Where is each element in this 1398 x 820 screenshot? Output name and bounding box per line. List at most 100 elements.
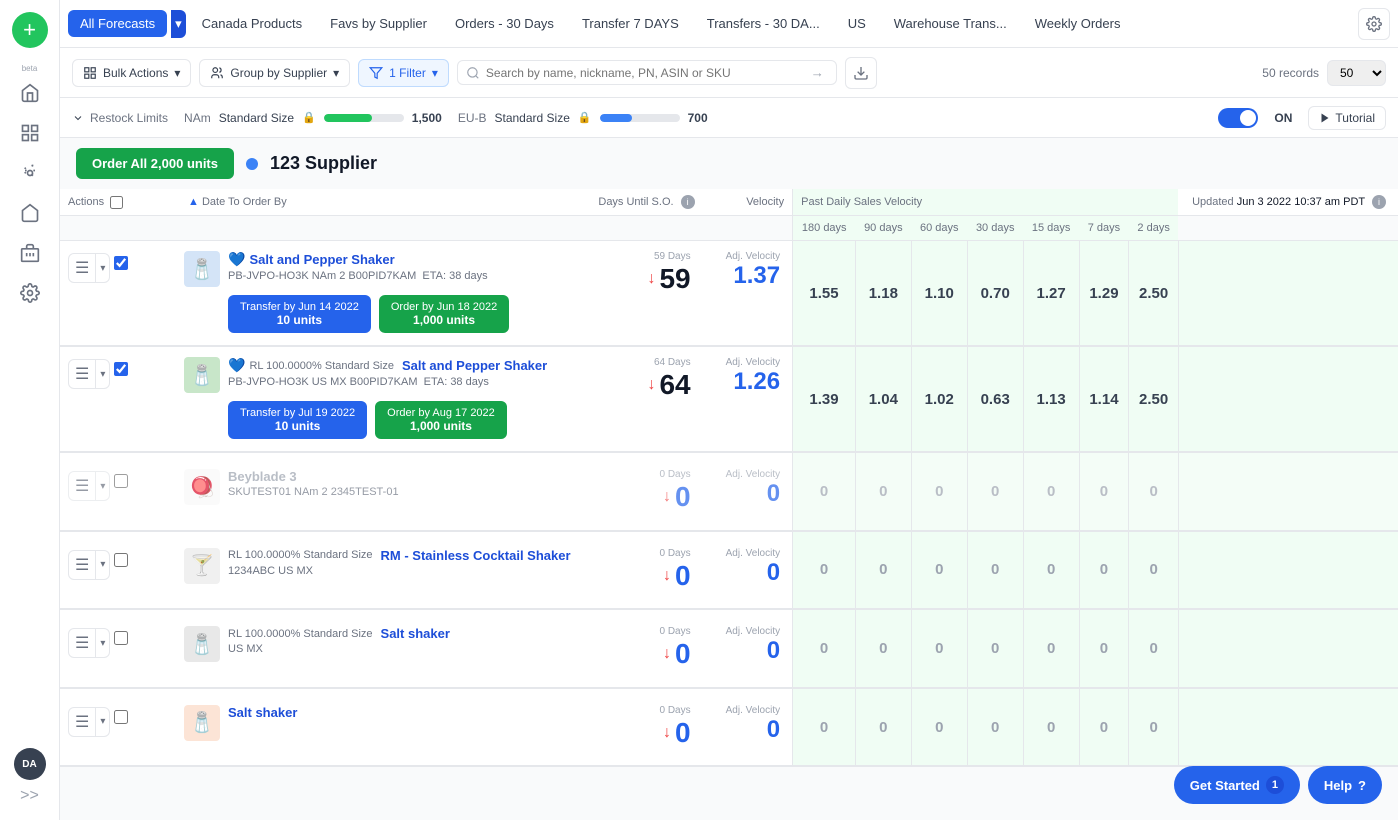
- sidebar-item-dashboard[interactable]: [12, 115, 48, 151]
- tab-warehouse-trans[interactable]: Warehouse Trans...: [882, 10, 1019, 37]
- past-vel-6-0: 0: [793, 688, 856, 767]
- product-image-2: 🧂: [184, 357, 220, 393]
- row-checkbox-5[interactable]: [114, 631, 128, 645]
- past-vel-5-2: 0: [911, 609, 967, 688]
- row-checkbox-2[interactable]: [114, 362, 128, 376]
- tab-all-forecasts-dropdown[interactable]: ▾: [171, 10, 186, 38]
- restock-eub-progress: [600, 114, 680, 122]
- product-image-5: 🧂: [184, 626, 220, 662]
- tutorial-button[interactable]: Tutorial: [1308, 106, 1386, 130]
- toolbar: Bulk Actions ▾ Group by Supplier ▾ 1 Fil…: [60, 48, 1398, 98]
- action-dropdown-4[interactable]: ☰ ▾: [68, 550, 110, 580]
- arrow-down-icon: ↓: [647, 375, 655, 394]
- avatar[interactable]: DA: [14, 748, 46, 780]
- restock-toggle[interactable]: Restock Limits: [72, 111, 168, 125]
- sidebar-item-magic[interactable]: [12, 155, 48, 191]
- action-dropdown-5[interactable]: ☰ ▾: [68, 628, 110, 658]
- table-row: ☰ ▾ 🧂 Salt shaker: [60, 688, 1398, 767]
- action-dropdown-1[interactable]: ☰ ▾: [68, 253, 110, 283]
- search-icon: [466, 66, 480, 80]
- restock-eub-value: 700: [688, 111, 708, 125]
- tab-transfers-30-da[interactable]: Transfers - 30 DA...: [695, 10, 832, 37]
- product-name-link-5[interactable]: Salt shaker: [381, 626, 450, 641]
- past-vel-2-6: 2.50: [1129, 346, 1179, 452]
- tab-canada-products[interactable]: Canada Products: [190, 10, 314, 37]
- chevron-down-icon: [72, 112, 84, 124]
- filter-button[interactable]: 1 Filter ▾: [358, 59, 449, 87]
- product-name-link-1[interactable]: Salt and Pepper Shaker: [249, 252, 394, 267]
- tab-transfer-7-days[interactable]: Transfer 7 DAYS: [570, 10, 691, 37]
- expand-button[interactable]: >>: [18, 784, 42, 808]
- row-checkbox-6[interactable]: [114, 710, 128, 724]
- velocity-cell-6: Adj. Velocity 0: [703, 688, 793, 767]
- sub-header-empty: [60, 216, 793, 241]
- arrow-down-icon: ↓: [663, 566, 671, 585]
- days-info-icon[interactable]: i: [681, 195, 695, 209]
- days-cell-1: 59 Days ↓ 59: [590, 241, 702, 347]
- product-name-row-6: Salt shaker: [228, 705, 582, 720]
- sidebar-item-home[interactable]: [12, 75, 48, 111]
- past-vel-3-0: 0: [793, 452, 856, 531]
- group-by-caret: ▾: [333, 66, 339, 80]
- extra-cell-6: [1178, 688, 1398, 767]
- tab-weekly-orders[interactable]: Weekly Orders: [1023, 10, 1133, 37]
- table-row: ☰ ▾ 🧂 RL 100.0000% Standard SizeSalt sha…: [60, 609, 1398, 688]
- product-name-link-4[interactable]: RM - Stainless Cocktail Shaker: [381, 548, 571, 563]
- row-checkbox-3[interactable]: [114, 474, 128, 488]
- transfer-button-1[interactable]: Transfer by Jun 14 2022 10 units: [228, 295, 371, 333]
- past-vel-1-0: 1.55: [793, 241, 856, 347]
- tab-favs-by-supplier[interactable]: Favs by Supplier: [318, 10, 439, 37]
- product-name-link-3[interactable]: Beyblade 3: [228, 469, 297, 484]
- group-by-supplier-button[interactable]: Group by Supplier ▾: [199, 59, 350, 87]
- order-button-1[interactable]: Order by Jun 18 2022 1,000 units: [379, 295, 509, 333]
- th-days-until-so: Days Until S.O. i: [590, 189, 702, 216]
- row-checkbox-4[interactable]: [114, 553, 128, 567]
- select-all-checkbox[interactable]: [110, 196, 123, 209]
- product-name-link-2[interactable]: Salt and Pepper Shaker: [402, 358, 547, 373]
- sort-arrow-up: ▲: [188, 196, 199, 208]
- sidebar-item-warehouse[interactable]: [12, 195, 48, 231]
- action-dropdown-2[interactable]: ☰ ▾: [68, 359, 110, 389]
- heart-icon: 💙: [228, 357, 245, 374]
- bulk-actions-button[interactable]: Bulk Actions ▾: [72, 59, 191, 87]
- th-date-to-order[interactable]: ▲ Date To Order By: [180, 189, 590, 216]
- action-dropdown-3[interactable]: ☰ ▾: [68, 471, 110, 501]
- past-vel-1-6: 2.50: [1129, 241, 1179, 347]
- transfer-button-2[interactable]: Transfer by Jul 19 2022 10 units: [228, 401, 367, 439]
- help-button[interactable]: Help ?: [1308, 766, 1382, 804]
- on-off-toggle[interactable]: [1218, 108, 1258, 128]
- th-actions: Actions: [60, 189, 180, 216]
- row-checkbox-1[interactable]: [114, 256, 128, 270]
- sidebar-item-settings[interactable]: [12, 275, 48, 311]
- download-button[interactable]: [845, 57, 877, 89]
- past-vel-1-4: 1.27: [1023, 241, 1079, 347]
- tab-us[interactable]: US: [836, 10, 878, 37]
- help-icon: ?: [1358, 778, 1366, 793]
- restock-bar: Restock Limits NAm Standard Size 🔒 1,500…: [60, 98, 1398, 138]
- add-button[interactable]: +: [12, 12, 48, 48]
- nav-settings-button[interactable]: [1358, 8, 1390, 40]
- sub-header-2: 2 days: [1129, 216, 1179, 241]
- updated-info-icon[interactable]: i: [1372, 195, 1386, 209]
- search-input[interactable]: [486, 66, 807, 80]
- sub-header-15: 15 days: [1023, 216, 1079, 241]
- tab-all-forecasts[interactable]: All Forecasts: [68, 10, 167, 37]
- tab-orders-30-days[interactable]: Orders - 30 Days: [443, 10, 566, 37]
- sub-header-180: 180 days: [793, 216, 856, 241]
- action-dropdown-6[interactable]: ☰ ▾: [68, 707, 110, 737]
- restock-nam-item: NAm Standard Size 🔒 1,500: [184, 111, 442, 125]
- product-name-link-6[interactable]: Salt shaker: [228, 705, 297, 720]
- order-all-button[interactable]: Order All 2,000 units: [76, 148, 234, 179]
- search-submit-button[interactable]: →: [807, 65, 828, 80]
- group-icon: [210, 66, 224, 80]
- main-content: All Forecasts ▾ Canada Products Favs by …: [60, 0, 1398, 820]
- extra-cell-5: [1178, 609, 1398, 688]
- updated-date: Jun 3 2022 10:37 am PDT: [1237, 196, 1365, 208]
- extra-cell-3: [1178, 452, 1398, 531]
- bulk-actions-caret: ▾: [174, 66, 180, 80]
- days-cell-6: 0 Days ↓ 0: [590, 688, 702, 767]
- get-started-button[interactable]: Get Started 1: [1174, 766, 1300, 804]
- sidebar-item-factory[interactable]: [12, 235, 48, 271]
- page-size-select[interactable]: 50 100 200: [1327, 60, 1386, 86]
- order-button-2[interactable]: Order by Aug 17 2022 1,000 units: [375, 401, 507, 439]
